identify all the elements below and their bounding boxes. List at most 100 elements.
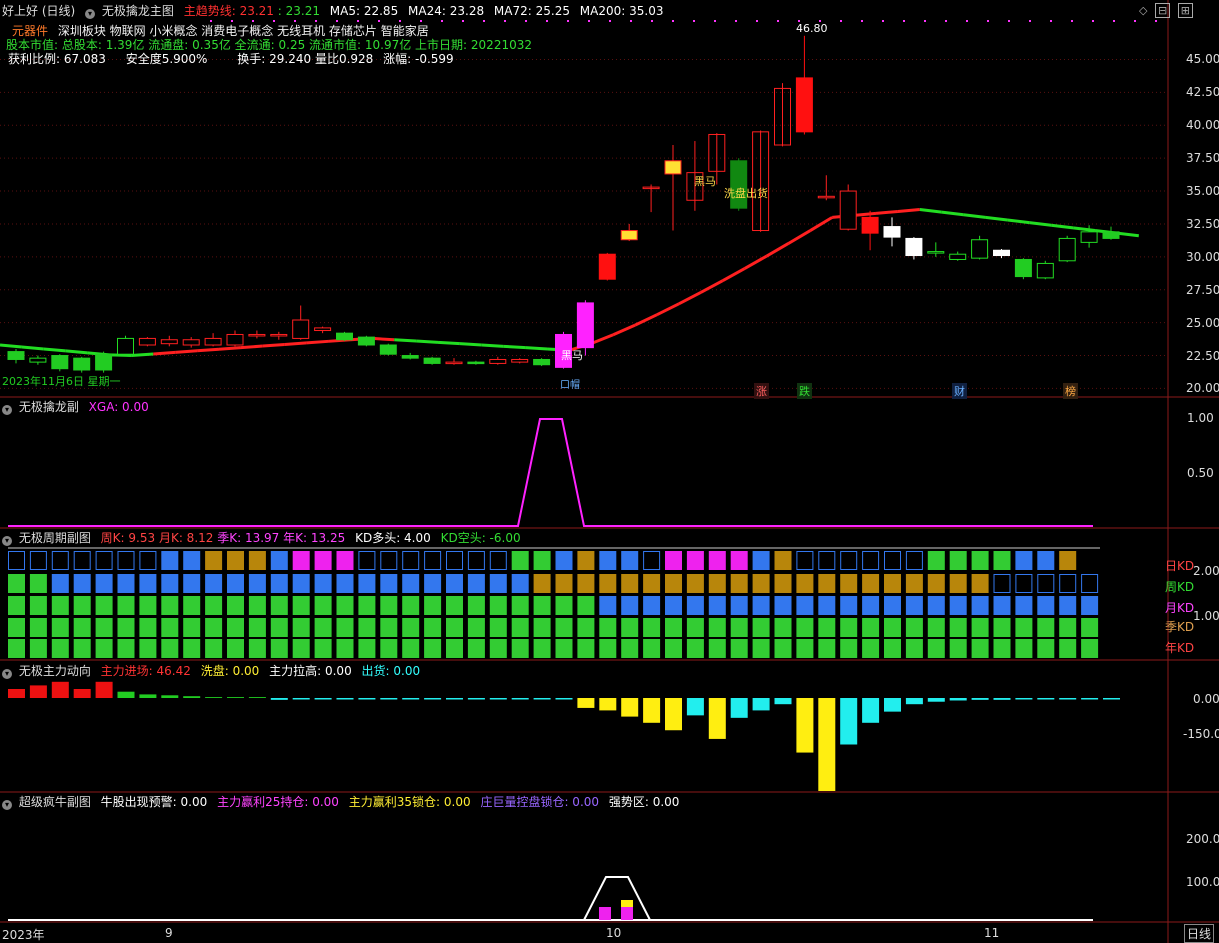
panel2-header: ▾ 无极擒龙副 XGA: 0.00	[2, 400, 149, 415]
tag-rank[interactable]: 榜	[1063, 383, 1078, 399]
top-dot	[1155, 20, 1157, 22]
gear-icon[interactable]: ▾	[2, 405, 12, 415]
top-dot	[651, 20, 653, 22]
cycle-cell	[621, 639, 639, 658]
cycle-cell	[643, 639, 661, 658]
xga-legend: XGA: 0.00	[88, 400, 149, 414]
p5-tick-1: 200.00	[1186, 832, 1219, 846]
candle-body	[292, 319, 310, 339]
candle-body	[664, 160, 682, 175]
candle-body	[817, 195, 835, 199]
trend-segment	[875, 209, 899, 215]
cycle-cell	[862, 618, 880, 637]
gear-icon[interactable]: ▾	[2, 669, 12, 679]
cycle-cell	[336, 551, 354, 570]
cycle-cell	[227, 574, 244, 593]
cycle-cell	[29, 574, 47, 593]
trend-segment	[743, 254, 768, 270]
candle-body	[1080, 231, 1098, 243]
cycle-cell	[730, 574, 748, 593]
cycle-cell	[796, 639, 814, 658]
candle-body	[1014, 258, 1032, 278]
panel2-name[interactable]: 无极擒龙副	[19, 400, 79, 414]
cycle-cell	[730, 596, 748, 615]
cycle-cell-empty	[139, 551, 157, 570]
cycle-cell	[292, 639, 310, 658]
top-dot	[357, 20, 359, 22]
cycle-cell	[402, 596, 420, 615]
price-tick: 27.50	[1186, 282, 1219, 297]
trend-segment	[240, 344, 263, 350]
cycle-cell	[511, 596, 529, 615]
cycle-cell	[139, 618, 157, 637]
trend-segment	[787, 229, 812, 245]
trend-segment	[503, 344, 526, 350]
cycle-cell	[862, 639, 880, 658]
cycle-cell	[73, 618, 91, 637]
kd-short: KD空头: -6.00	[440, 531, 521, 545]
cycle-cell-empty	[446, 551, 463, 570]
top-dot	[1008, 20, 1010, 22]
main-indicator-name[interactable]: 无极擒龙主图	[102, 4, 174, 18]
cycle-cell	[752, 639, 770, 658]
gear-icon[interactable]: ▾	[2, 536, 12, 546]
flow-bar-positive	[183, 696, 201, 698]
trend-label: 主趋势线:	[183, 4, 236, 18]
cycle-cell	[248, 574, 266, 593]
cycle-cell	[227, 618, 244, 637]
candle-body	[905, 237, 923, 257]
gear-icon[interactable]: ▾	[2, 800, 12, 810]
cycle-cell	[1081, 618, 1099, 637]
panel5-header: ▾ 超级疯牛副图 牛股出现预警: 0.00 主力赢利25持仓: 0.00 主力赢…	[2, 795, 679, 810]
cycle-cell	[446, 639, 463, 658]
flow-bar-negative	[336, 698, 354, 700]
settings-button[interactable]: ⊞	[1177, 3, 1193, 18]
cycle-cell	[927, 596, 945, 615]
top-dot	[588, 20, 590, 22]
cycle-cell	[292, 596, 310, 615]
trend-segment	[153, 350, 176, 356]
tag-up[interactable]: 涨	[754, 383, 769, 399]
heima-mark-2: 黑马	[561, 349, 583, 362]
cycle-cell	[884, 596, 901, 615]
stock-title[interactable]: 好上好 (日线)	[2, 4, 75, 18]
tag-finance[interactable]: 财	[952, 383, 967, 399]
candle-body	[533, 358, 551, 366]
cycle-cell	[424, 639, 442, 658]
panel5-name[interactable]: 超级疯牛副图	[19, 795, 91, 809]
cycle-cell-empty	[905, 551, 923, 570]
cycle-cell	[949, 596, 967, 615]
cycle-cell	[314, 618, 332, 637]
cycle-cell	[1059, 551, 1077, 570]
top-dot	[1134, 20, 1136, 22]
cycle-cell	[446, 618, 463, 637]
expand-button[interactable]: ⊟	[1154, 3, 1171, 18]
tag-down[interactable]: 跌	[797, 383, 812, 399]
candle-body	[138, 337, 156, 346]
period-button[interactable]: 日线	[1184, 924, 1215, 943]
flow-bar-positive	[227, 697, 244, 698]
diamond-icon[interactable]: ◇	[1139, 4, 1147, 17]
cycle-cell	[446, 596, 463, 615]
cycle-cell	[686, 551, 704, 570]
row-label-week: 周KD	[1165, 580, 1195, 594]
trend-segment	[1007, 218, 1030, 225]
cycle-cell	[708, 596, 726, 615]
cycle-cell-empty	[862, 551, 880, 570]
flow-bar-negative	[533, 698, 551, 700]
top-dot	[210, 20, 212, 22]
cycle-cell	[971, 551, 989, 570]
gear-icon[interactable]: ▾	[85, 9, 96, 19]
panel3-name[interactable]: 无极周期副图	[19, 531, 91, 545]
flow-bar-negative	[643, 698, 661, 723]
cycle-cell	[927, 639, 945, 658]
top-dot	[924, 20, 926, 22]
trend-segment	[678, 291, 702, 306]
panel4-name[interactable]: 无极主力动向	[19, 664, 91, 678]
top-dot	[399, 20, 401, 22]
top-dot	[378, 20, 380, 22]
p4-tick-2: -150.00	[1183, 727, 1219, 741]
cycle-cell	[402, 639, 420, 658]
trend-segment	[700, 279, 724, 294]
cycle-cell	[205, 639, 223, 658]
